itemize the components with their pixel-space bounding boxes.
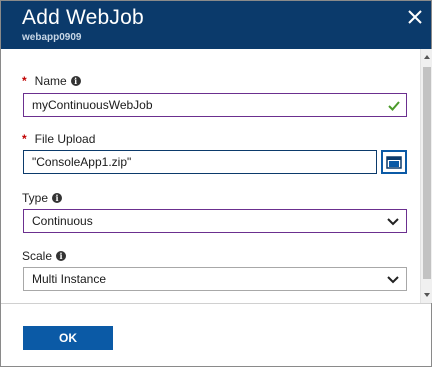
required-star: * xyxy=(22,132,27,146)
scrollbar-thumb[interactable] xyxy=(423,67,431,279)
browse-file-button[interactable] xyxy=(381,150,407,174)
type-select[interactable]: Continuous xyxy=(23,209,407,233)
dialog-title: Add WebJob xyxy=(22,6,144,29)
info-icon[interactable]: i xyxy=(70,76,81,86)
check-icon xyxy=(388,101,400,111)
file-upload-value: "ConsoleApp1.zip" xyxy=(32,155,132,169)
chevron-down-icon xyxy=(387,218,399,226)
file-upload-input[interactable]: "ConsoleApp1.zip" xyxy=(23,150,377,174)
folder-browse-icon xyxy=(386,156,402,169)
footer-divider xyxy=(1,303,431,304)
name-input-value: myContinuousWebJob xyxy=(32,98,153,112)
chevron-down-icon xyxy=(387,276,399,284)
close-icon xyxy=(408,10,422,24)
vertical-scrollbar[interactable] xyxy=(420,49,432,303)
scroll-down-arrow-icon[interactable] xyxy=(423,291,431,299)
dialog-header: Add WebJob webapp0909 xyxy=(1,1,431,49)
name-label: Name xyxy=(34,74,67,88)
scale-select[interactable]: Multi Instance xyxy=(23,267,407,291)
name-input[interactable]: myContinuousWebJob xyxy=(23,93,407,117)
file-upload-label-row: * File Upload xyxy=(22,132,95,146)
scale-label: Scale xyxy=(22,249,53,263)
dialog-subtitle: webapp0909 xyxy=(22,32,82,43)
scroll-up-arrow-icon[interactable] xyxy=(423,53,431,61)
info-icon[interactable]: i xyxy=(52,193,63,203)
scale-select-value: Multi Instance xyxy=(32,272,107,286)
type-label: Type xyxy=(22,191,49,205)
info-icon[interactable]: i xyxy=(56,251,67,261)
dialog-content: * Name i myContinuousWebJob * File Uploa… xyxy=(1,49,419,303)
required-star: * xyxy=(22,74,27,88)
scale-label-row: Scale i xyxy=(22,249,67,263)
type-label-row: Type i xyxy=(22,191,63,205)
add-webjob-dialog: Add WebJob webapp0909 * Name i myContinu… xyxy=(0,0,432,367)
ok-button[interactable]: OK xyxy=(23,326,113,350)
close-button[interactable] xyxy=(405,7,425,27)
file-upload-label: File Upload xyxy=(34,132,96,146)
type-select-value: Continuous xyxy=(32,214,93,228)
name-label-row: * Name i xyxy=(22,74,81,88)
